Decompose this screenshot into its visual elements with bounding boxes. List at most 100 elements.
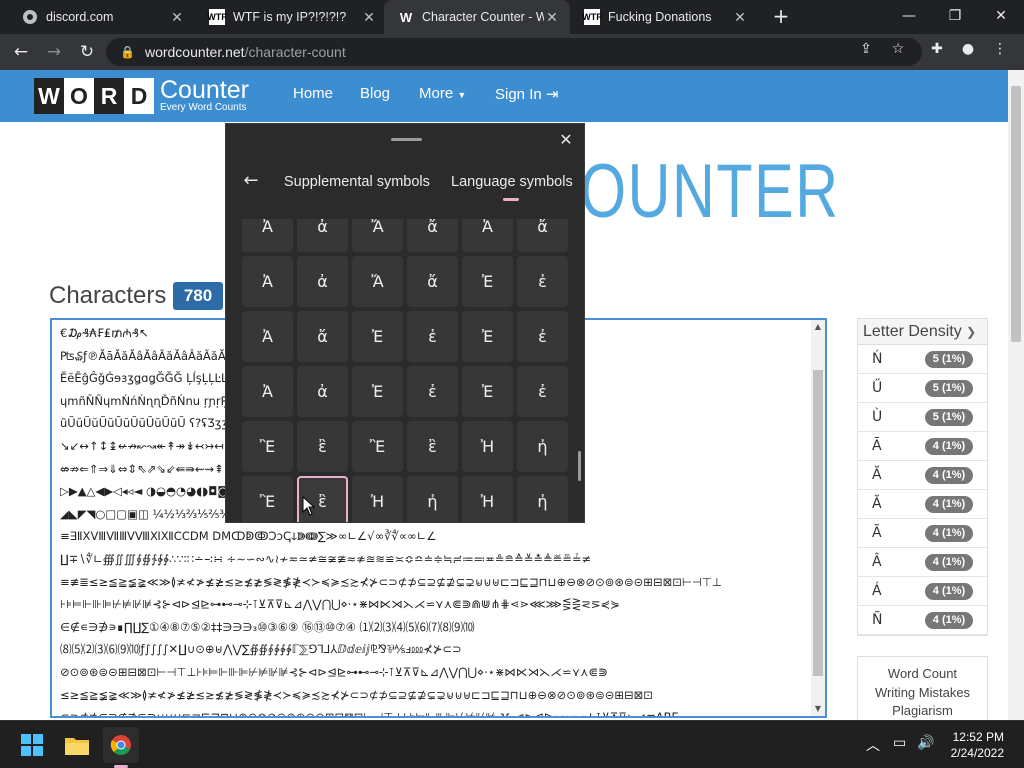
- tab-language-symbols[interactable]: Language symbols: [451, 174, 573, 190]
- symbol-button[interactable]: Ἠ: [352, 476, 403, 522]
- scrollbar-thumb[interactable]: [813, 370, 823, 676]
- minimize-button[interactable]: —: [886, 0, 932, 34]
- page-scrollbar[interactable]: [1008, 70, 1024, 720]
- drag-handle[interactable]: [391, 138, 422, 141]
- symbol-button[interactable]: ἄ: [297, 311, 348, 362]
- clock[interactable]: 12:52 PM 2/24/2022: [940, 729, 1004, 761]
- panel-scrollbar[interactable]: [578, 451, 581, 481]
- profile-icon[interactable]: ●: [958, 39, 978, 59]
- textarea-scrollbar[interactable]: ▲ ▼: [811, 320, 825, 716]
- menu-icon[interactable]: ⋮: [990, 39, 1010, 59]
- density-char: Â: [872, 554, 882, 570]
- bookmark-star-icon[interactable]: ☆: [888, 39, 908, 59]
- close-icon[interactable]: ✕: [554, 128, 578, 152]
- link-writing-mistakes[interactable]: Writing Mistakes: [858, 684, 987, 703]
- tab-donations[interactable]: WTF Fucking Donations ✕: [570, 0, 758, 34]
- symbol-button[interactable]: Ἄ: [352, 219, 403, 252]
- close-window-button[interactable]: ✕: [978, 0, 1024, 34]
- symbol-button[interactable]: ἄ: [517, 219, 568, 252]
- close-tab-icon[interactable]: ✕: [169, 9, 185, 25]
- sign-in-icon: ⇥: [545, 86, 559, 103]
- symbol-button[interactable]: ἒ: [297, 421, 348, 472]
- symbol-button[interactable]: Ἐ: [462, 311, 513, 362]
- mouse-cursor-icon: [302, 496, 316, 516]
- symbol-button[interactable]: ἄ: [407, 256, 458, 307]
- close-tab-icon[interactable]: ✕: [361, 9, 377, 25]
- lock-icon: 🔒: [120, 45, 135, 59]
- symbol-button[interactable]: ἠ: [517, 421, 568, 472]
- close-tab-icon[interactable]: ✕: [544, 9, 560, 25]
- scroll-down-icon[interactable]: ▼: [811, 702, 825, 716]
- density-char: Ā: [872, 438, 882, 454]
- windows-start-icon[interactable]: [14, 727, 50, 763]
- clock-date: 2/24/2022: [950, 746, 1004, 760]
- tab-discord[interactable]: discord.com ✕: [8, 0, 195, 34]
- tab-supplemental-symbols[interactable]: Supplemental symbols: [284, 174, 430, 190]
- tab-character-counter[interactable]: W Character Counter - W ✕: [384, 0, 570, 34]
- reload-icon[interactable]: ↻: [76, 41, 98, 63]
- page-scrollbar-thumb[interactable]: [1011, 86, 1021, 342]
- back-icon[interactable]: ←: [10, 41, 32, 63]
- symbol-grid-viewport: ἈἀἌἄἈἄἈἀἌἄἘἐἈἄἘἐἘἐἈἀἘἐἘἐἚἒἚἒἨἠἚἒἨἠἨἠ: [226, 219, 584, 522]
- tab-wtf-ip[interactable]: WTF WTF is my IP?!?!?!? ✕: [195, 0, 387, 34]
- restore-button[interactable]: ❐: [932, 0, 978, 34]
- symbol-button[interactable]: Ἐ: [462, 256, 513, 307]
- link-plagiarism[interactable]: Plagiarism: [858, 702, 987, 720]
- link-word-count[interactable]: Word Count: [858, 665, 987, 684]
- density-count-badge: 4 (1%): [925, 524, 973, 542]
- symbol-button[interactable]: ἐ: [517, 256, 568, 307]
- wtf-icon: WTF: [582, 9, 602, 25]
- symbol-button[interactable]: ἐ: [407, 366, 458, 417]
- scroll-up-icon[interactable]: ▲: [811, 320, 825, 334]
- nav-sign-in[interactable]: Sign In ⇥: [495, 85, 558, 103]
- symbol-button[interactable]: Ἐ: [352, 366, 403, 417]
- letter-density-header[interactable]: Letter Density ❯: [858, 319, 987, 345]
- volume-icon[interactable]: 🔊: [917, 735, 934, 751]
- address-bar[interactable]: 🔒 wordcounter.net/character-count: [106, 38, 922, 66]
- symbol-button[interactable]: ἠ: [517, 476, 568, 522]
- new-tab-button[interactable]: +: [758, 0, 804, 34]
- forward-icon[interactable]: →: [43, 41, 65, 63]
- chrome-taskbar-icon[interactable]: [103, 727, 139, 763]
- symbol-button[interactable]: Ἐ: [352, 311, 403, 362]
- symbol-button[interactable]: Ἐ: [462, 366, 513, 417]
- symbol-button[interactable]: Ἀ: [242, 256, 293, 307]
- symbol-button[interactable]: ἐ: [407, 311, 458, 362]
- symbol-button[interactable]: Ἀ: [242, 311, 293, 362]
- symbol-button[interactable]: ἀ: [297, 366, 348, 417]
- share-icon[interactable]: ⇪: [856, 39, 876, 59]
- symbol-button[interactable]: ἠ: [407, 476, 458, 522]
- symbol-button[interactable]: Ἄ: [352, 256, 403, 307]
- symbol-button[interactable]: Ἒ: [352, 421, 403, 472]
- symbol-button[interactable]: Ἠ: [462, 476, 513, 522]
- symbol-button[interactable]: Ἀ: [242, 366, 293, 417]
- symbol-button[interactable]: Ἒ: [242, 421, 293, 472]
- symbol-button[interactable]: ἄ: [407, 219, 458, 252]
- nav-home[interactable]: Home: [293, 85, 333, 102]
- discord-icon: [22, 9, 38, 25]
- back-arrow-icon[interactable]: ←: [240, 170, 262, 192]
- symbol-button[interactable]: ἐ: [517, 311, 568, 362]
- density-row: Ă 4 (1%): [858, 490, 987, 519]
- symbol-button[interactable]: Ἀ: [462, 219, 513, 252]
- symbol-button[interactable]: ἒ: [407, 421, 458, 472]
- close-tab-icon[interactable]: ✕: [732, 9, 748, 25]
- tab-title: WTF is my IP?!?!?!?: [233, 10, 347, 24]
- symbol-button[interactable]: Ἀ: [242, 219, 293, 252]
- text-line: ⑻⑸⑵⑶⑹⑼⑽ƒ∫∫∫∫✕∐∪⊙⊕⊎⋀⋁∑∯∯∮∳∲∲ℾ⅀⅁⅂⅃⅄ⅅⅆⅇⅈⅉ⅊⅋…: [60, 642, 462, 657]
- symbol-button[interactable]: Ἠ: [462, 421, 513, 472]
- nav-blog[interactable]: Blog: [360, 85, 390, 102]
- extensions-icon[interactable]: ✚: [927, 39, 947, 59]
- symbol-button[interactable]: ἀ: [297, 256, 348, 307]
- show-hidden-icons-icon[interactable]: ︿: [866, 735, 880, 755]
- density-row: Á 4 (1%): [858, 577, 987, 606]
- symbol-button[interactable]: Ἒ: [242, 476, 293, 522]
- file-explorer-icon[interactable]: [59, 727, 95, 763]
- site-logo[interactable]: W O R D Counter Every Word Counts: [34, 78, 249, 114]
- symbol-button[interactable]: ἀ: [297, 219, 348, 252]
- network-icon[interactable]: ▭: [893, 735, 906, 751]
- density-char: Ű: [872, 380, 883, 396]
- logo-letter: O: [64, 78, 94, 114]
- symbol-button[interactable]: ἐ: [517, 366, 568, 417]
- nav-more[interactable]: More ▼: [419, 85, 466, 102]
